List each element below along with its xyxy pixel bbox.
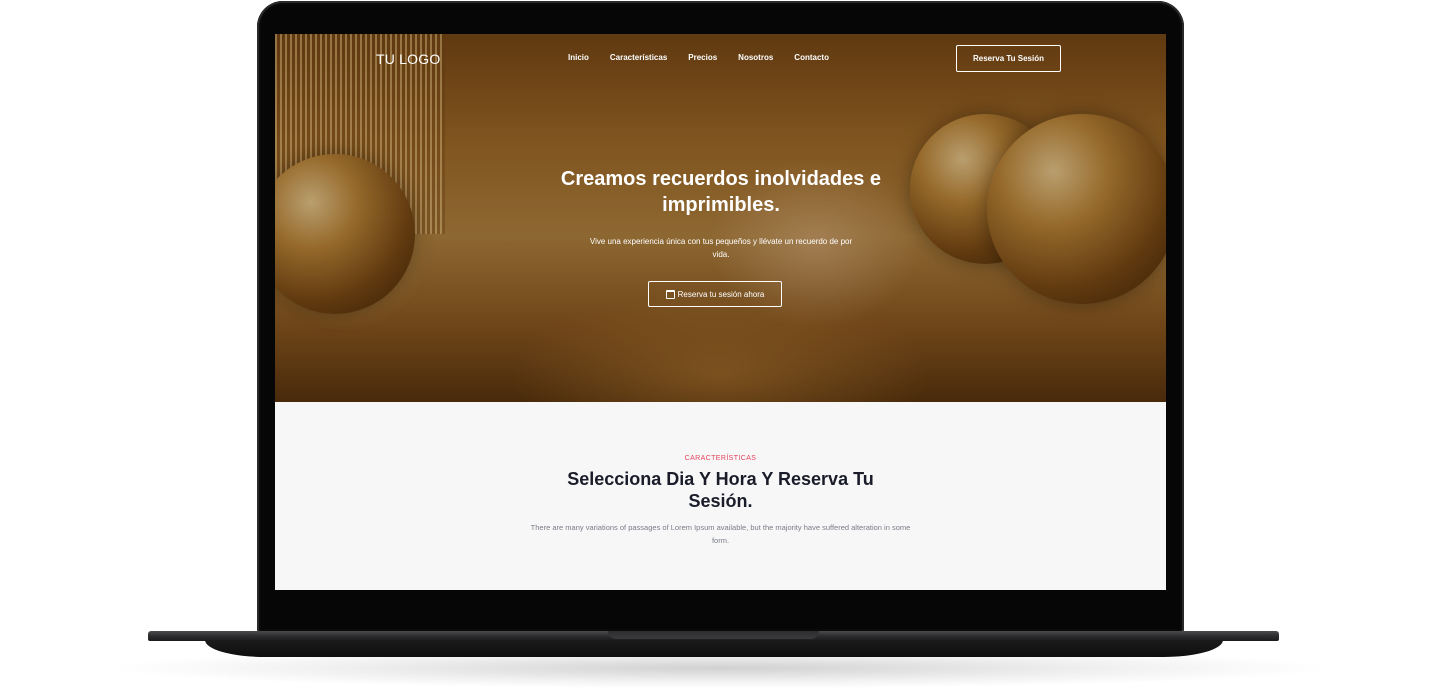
laptop-base-lip [205, 640, 1223, 657]
calendar-icon [665, 289, 675, 299]
nav-item-precios[interactable]: Precios [688, 53, 717, 62]
laptop-notch [608, 631, 819, 639]
hero-title: Creamos recuerdos inolvidades e imprimib… [560, 168, 882, 216]
nav-item-caracteristicas[interactable]: Características [610, 53, 667, 62]
section-kicker: CARACTERÍSTICAS [684, 455, 757, 462]
hero-reserve-label: Reserva tu sesión ahora [677, 289, 765, 299]
site-logo[interactable]: TU LOGO [376, 51, 440, 67]
hero-subtitle: Vive una experiencia única con tus peque… [589, 237, 853, 259]
section-title: Selecciona Dia Y Hora Y Reserva Tu Sesió… [567, 469, 874, 511]
nav-item-inicio[interactable]: Inicio [568, 53, 589, 62]
hero-section: TU LOGO Inicio Características Precios N… [275, 34, 1166, 402]
reserve-session-button[interactable]: Reserva Tu Sesión [956, 45, 1061, 72]
hero-reserve-button[interactable]: Reserva tu sesión ahora [648, 281, 782, 307]
top-navbar: TU LOGO Inicio Características Precios N… [275, 34, 1166, 84]
laptop-screen: TU LOGO Inicio Características Precios N… [275, 34, 1166, 590]
nav-menu: Inicio Características Precios Nosotros … [568, 53, 829, 62]
section-description: There are many variations of passages of… [530, 523, 911, 545]
hero-overlay [275, 34, 1166, 402]
nav-item-contacto[interactable]: Contacto [794, 53, 829, 62]
features-section: CARACTERÍSTICAS Selecciona Dia Y Hora Y … [275, 402, 1166, 590]
nav-item-nosotros[interactable]: Nosotros [738, 53, 773, 62]
